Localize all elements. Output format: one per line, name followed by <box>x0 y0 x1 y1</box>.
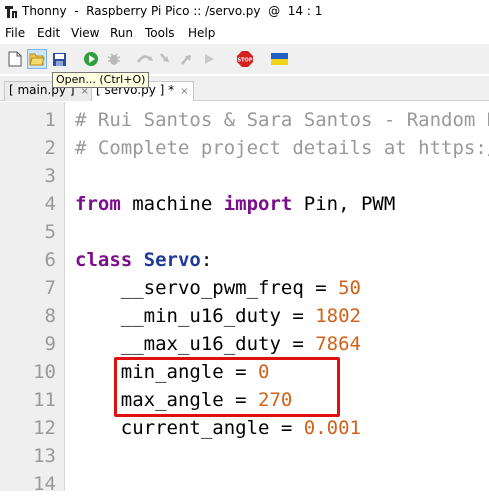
step-out-icon[interactable] <box>178 50 196 68</box>
code-text: __servo_pwm_freq = <box>75 277 339 299</box>
ukraine-flag-icon[interactable] <box>270 50 288 68</box>
new-file-icon[interactable] <box>6 50 24 68</box>
code-text: Pin, PWM <box>292 193 396 215</box>
close-icon[interactable]: × <box>180 86 188 97</box>
line-number: 7 <box>44 277 56 299</box>
line-number: 8 <box>44 305 56 327</box>
line-number: 9 <box>44 333 56 355</box>
class-name: Servo <box>132 249 201 271</box>
tooltip: Open... (Ctrl+O) <box>52 72 150 88</box>
line-number: 1 <box>44 109 56 131</box>
open-folder-icon[interactable] <box>27 49 47 69</box>
number-literal: 7864 <box>315 333 361 355</box>
step-over-icon[interactable] <box>136 50 154 68</box>
code-text: __min_u16_duty = <box>75 305 316 327</box>
svg-text:STOP: STOP <box>238 58 253 64</box>
stop-icon[interactable]: STOP <box>236 50 254 68</box>
code-line-1: # Rui Santos & Sara Santos - Random Nerd… <box>75 106 489 134</box>
number-literal: 0.001 <box>303 417 361 439</box>
line-number: 6 <box>44 249 56 271</box>
comment: # Complete project details at https://Ra… <box>75 137 489 159</box>
code-text: : <box>200 249 213 271</box>
code-editor[interactable]: # Rui Santos & Sara Santos - Random Nerd… <box>65 102 489 491</box>
line-number: 12 <box>33 417 56 439</box>
line-number: 11 <box>33 389 56 411</box>
run-icon[interactable] <box>82 50 100 68</box>
number-literal: 1802 <box>315 305 361 327</box>
menu-run[interactable]: Run <box>110 26 133 40</box>
comment: # Rui Santos & Sara Santos - Random Nerd… <box>75 109 489 131</box>
menu-help[interactable]: Help <box>188 26 215 40</box>
keyword: from <box>75 193 121 215</box>
code-line-4: from machine import Pin, PWM <box>75 190 395 218</box>
debug-icon[interactable] <box>105 50 123 68</box>
save-icon[interactable] <box>50 50 68 68</box>
resume-icon[interactable] <box>200 50 218 68</box>
number-literal: 50 <box>338 277 361 299</box>
menu-view[interactable]: View <box>71 26 99 40</box>
code-text: machine <box>120 193 224 215</box>
title-bar: Thonny - Raspberry Pi Pico :: /servo.py … <box>0 0 489 24</box>
highlight-box <box>114 357 340 417</box>
menu-file[interactable]: File <box>5 26 25 40</box>
line-number: 10 <box>33 361 56 383</box>
menu-tools[interactable]: Tools <box>145 26 175 40</box>
code-text: current_angle = <box>75 417 304 439</box>
code-line-12: current_angle = 0.001 <box>75 414 361 442</box>
toolbar: STOP <box>0 44 489 74</box>
menu-bar: File Edit View Run Tools Help <box>0 24 489 44</box>
code-line-7: __servo_pwm_freq = 50 <box>75 274 361 302</box>
line-number: 5 <box>44 221 56 243</box>
line-number: 3 <box>44 165 56 187</box>
step-into-icon[interactable] <box>157 50 175 68</box>
code-line-6: class Servo: <box>75 246 212 274</box>
thonny-app-icon <box>4 5 18 19</box>
line-number: 2 <box>44 137 56 159</box>
line-number: 13 <box>33 445 56 467</box>
code-line-8: __min_u16_duty = 1802 <box>75 302 361 330</box>
line-number: 4 <box>44 193 56 215</box>
code-line-2: # Complete project details at https://Ra… <box>75 134 489 162</box>
menu-edit[interactable]: Edit <box>37 26 60 40</box>
code-text: __max_u16_duty = <box>75 333 316 355</box>
keyword: class <box>75 249 133 271</box>
line-number: 14 <box>33 473 56 495</box>
code-line-9: __max_u16_duty = 7864 <box>75 330 361 358</box>
line-number-gutter: 1 2 3 4 5 6 7 8 9 10 11 12 13 14 <box>0 102 65 495</box>
window-title: Thonny - Raspberry Pi Pico :: /servo.py … <box>22 4 323 18</box>
keyword: import <box>223 193 293 215</box>
